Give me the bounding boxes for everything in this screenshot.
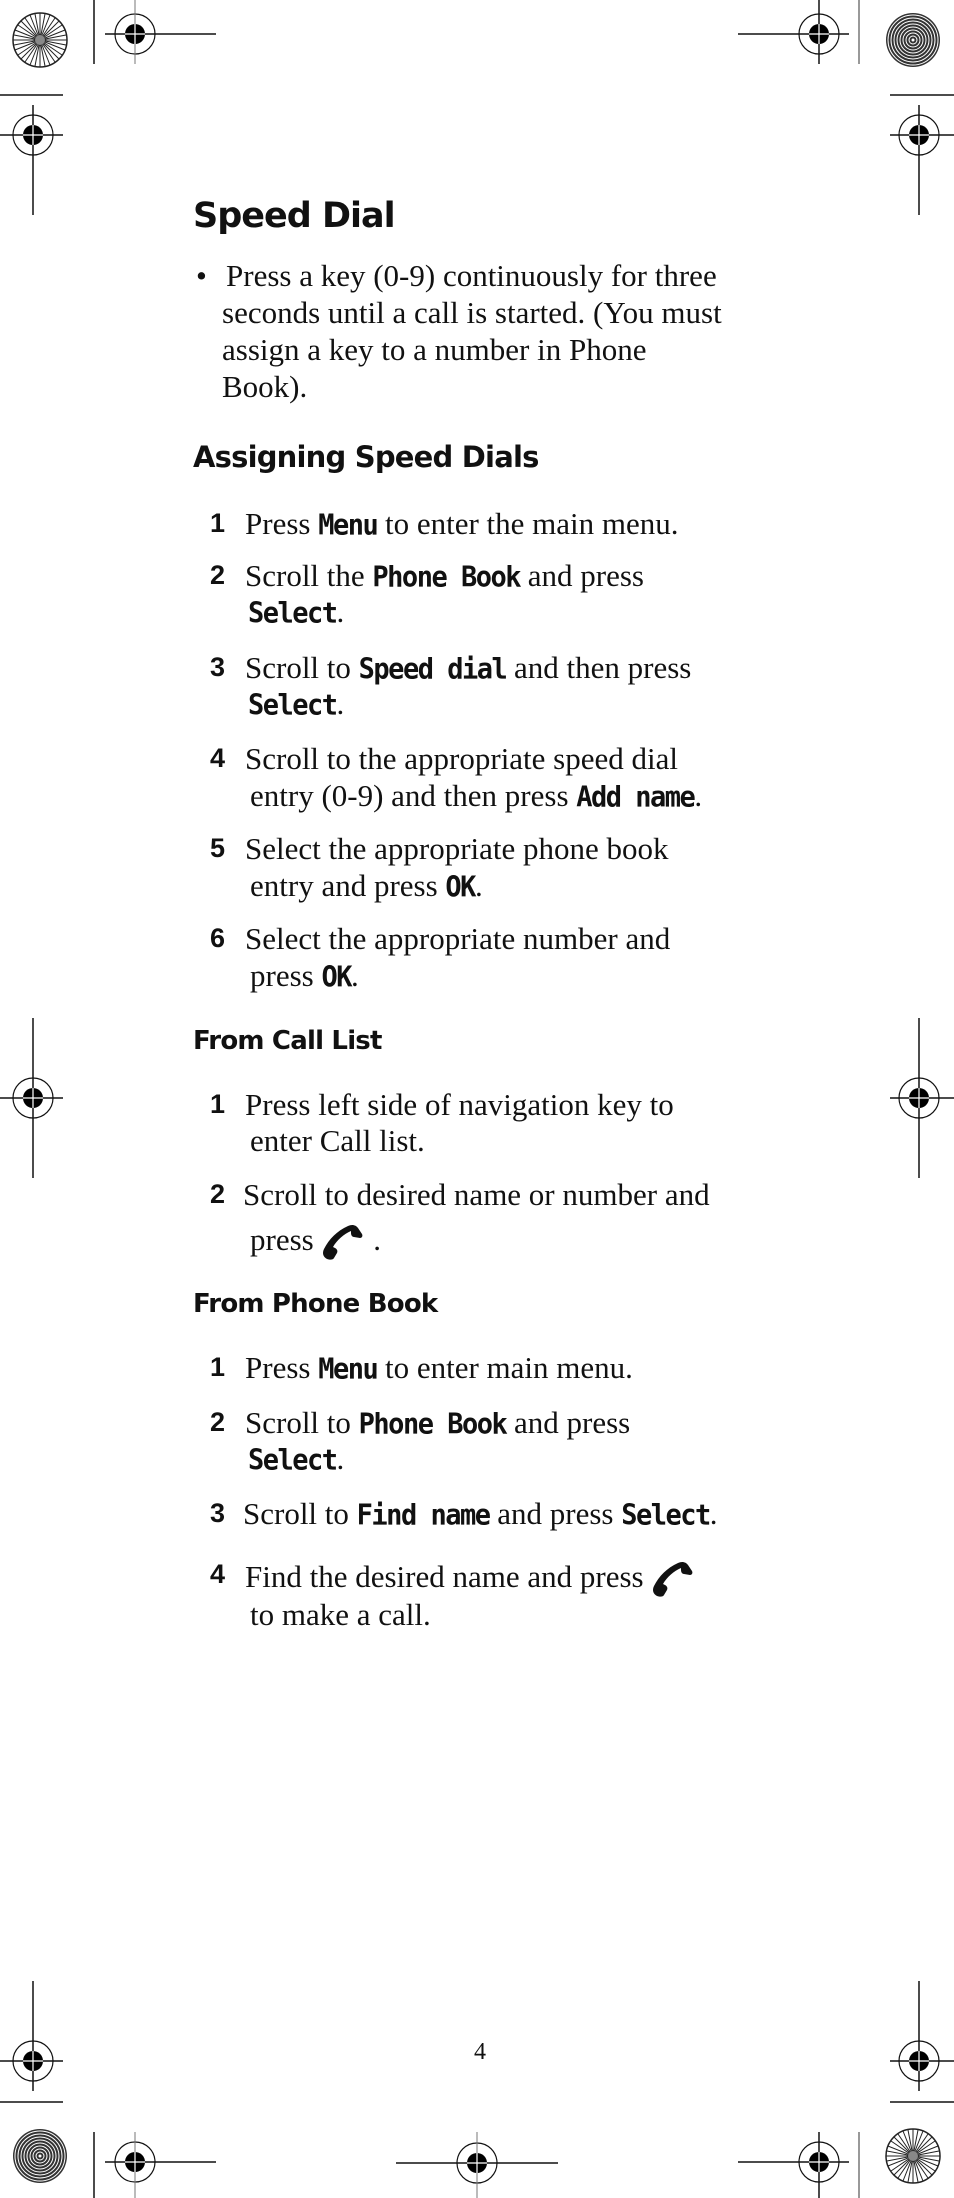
step-text-part: . (474, 868, 483, 903)
softkey-ok: OK (321, 961, 352, 994)
step-text-continued: press . (250, 1222, 381, 1262)
subsection-title-from-call-list: From Call List (193, 1026, 382, 1056)
softkey-phone-book: Phone Book (358, 1408, 508, 1441)
step-text-part: press (250, 958, 322, 993)
phone-send-icon (321, 1222, 365, 1262)
registration-mark-left-upper (0, 105, 63, 215)
step-number: 4 (210, 743, 226, 773)
bullet-dot: • (196, 258, 207, 293)
bullet-line: Press a key (0-9) continuously for three (226, 258, 717, 293)
registration-mark-left-middle (0, 1018, 63, 1178)
step-text-continued: Select. (248, 594, 345, 630)
softkey-select: Select (248, 689, 338, 722)
softkey-menu: Menu (318, 1353, 379, 1386)
step-text-part: entry (0-9) and then press (250, 778, 577, 813)
step-text: Select the appropriate phone book (245, 831, 669, 866)
starburst-mark-bottom-right (885, 2128, 941, 2184)
registration-mark-bottom-right (738, 2132, 849, 2198)
step-text: Scroll to desired name or number and (243, 1177, 710, 1212)
subsection-title-from-phone-book: From Phone Book (193, 1289, 438, 1319)
softkey-select: Select (621, 1499, 711, 1532)
step-number: 5 (210, 833, 226, 863)
step-text: Press Menu to enter main menu. (245, 1350, 633, 1386)
step-text-part: Scroll to (245, 650, 359, 685)
softkey-ok: OK (445, 871, 476, 904)
bullet-line: assign a key to a number in Phone (222, 332, 647, 367)
registration-mark-top-left (105, 0, 216, 64)
step-text: Press left side of navigation key to (245, 1087, 674, 1122)
registration-mark-bottom-left (105, 2132, 216, 2198)
step-text-part: . (694, 778, 703, 813)
step-text-continued: entry and press OK. (250, 868, 483, 904)
step-text-part: to enter main menu. (377, 1350, 633, 1385)
step-number: 3 (210, 1498, 226, 1528)
step-number: 2 (210, 1407, 226, 1437)
registration-mark-right-middle (890, 1018, 954, 1178)
step-text-continued: press OK. (250, 958, 359, 994)
step-text-continued: Select. (248, 686, 345, 722)
softkey-select: Select (248, 597, 338, 630)
step-text-part: Scroll to (243, 1496, 357, 1531)
step-text-part: . (336, 686, 345, 721)
step-text-part: and press (489, 1496, 622, 1531)
step-text-part: . (365, 1222, 381, 1257)
phone-send-icon (651, 1559, 695, 1599)
softkey-add-name: Add name (576, 781, 696, 814)
step-text-part: . (350, 958, 359, 993)
step-text: Scroll to Speed dial and then press (245, 650, 692, 686)
registration-mark-right-lower (890, 1981, 954, 2091)
softkey-menu: Menu (318, 509, 379, 542)
registration-mark-right-upper (890, 105, 954, 215)
registration-mark-bottom-center (396, 2132, 558, 2198)
step-text-part: Press (245, 506, 319, 541)
step-text: Scroll the Phone Book and press (245, 558, 644, 594)
bullet-line: Book). (222, 369, 308, 404)
page-number: 4 (474, 2039, 486, 2065)
softkey-phone-book: Phone Book (372, 561, 521, 594)
step-text-part: Scroll the (245, 558, 373, 593)
step-text-part: and press (506, 1405, 631, 1440)
softkey-find-name: Find name (356, 1499, 491, 1532)
step-text: Press Menu to enter the main menu. (245, 506, 679, 542)
concentric-mark-top-right (885, 12, 941, 68)
step-text: Scroll to Find name and press Select. (243, 1496, 718, 1532)
step-text-part: . (336, 1441, 345, 1476)
step-text-continued: enter Call list. (250, 1123, 425, 1158)
step-text-continued: Select. (248, 1441, 345, 1477)
step-number: 4 (210, 1559, 226, 1589)
concentric-mark-bottom-left (12, 2128, 68, 2184)
step-text-part: Find the desired name and press (245, 1559, 652, 1594)
step-number: 6 (210, 923, 226, 953)
step-text-part: to enter the main menu. (377, 506, 679, 541)
starburst-mark-top-left (12, 12, 68, 68)
section-title-speed-dial: Speed Dial (193, 196, 396, 236)
step-number: 1 (210, 1352, 226, 1382)
registration-mark-top-right (738, 0, 849, 64)
step-text-part: . (336, 594, 345, 629)
step-text: Scroll to the appropriate speed dial (245, 741, 679, 776)
step-text: Select the appropriate number and (245, 921, 671, 956)
step-number: 1 (210, 1089, 226, 1119)
step-text-continued: to make a call. (250, 1597, 431, 1632)
softkey-select: Select (248, 1444, 338, 1477)
step-number: 1 (210, 508, 226, 538)
step-number: 2 (210, 1179, 226, 1209)
step-text-part: and then press (506, 650, 692, 685)
step-number: 3 (210, 652, 226, 682)
registration-mark-left-lower (0, 1981, 63, 2091)
section-title-assigning-speed-dials: Assigning Speed Dials (193, 440, 539, 474)
step-text-part: and press (519, 558, 644, 593)
step-text: Scroll to Phone Book and press (245, 1405, 631, 1441)
step-text-part: Press (245, 1350, 319, 1385)
step-text: Find the desired name and press (245, 1559, 695, 1599)
step-text-part: Scroll to (245, 1405, 359, 1440)
step-text-part: entry and press (250, 868, 446, 903)
step-text-part: press (250, 1222, 322, 1257)
step-text-continued: entry (0-9) and then press Add name. (250, 778, 703, 814)
softkey-speed-dial: Speed dial (358, 653, 508, 686)
step-number: 2 (210, 560, 226, 590)
step-text-part: . (709, 1496, 718, 1531)
bullet-line: seconds until a call is started. (You mu… (222, 295, 722, 330)
